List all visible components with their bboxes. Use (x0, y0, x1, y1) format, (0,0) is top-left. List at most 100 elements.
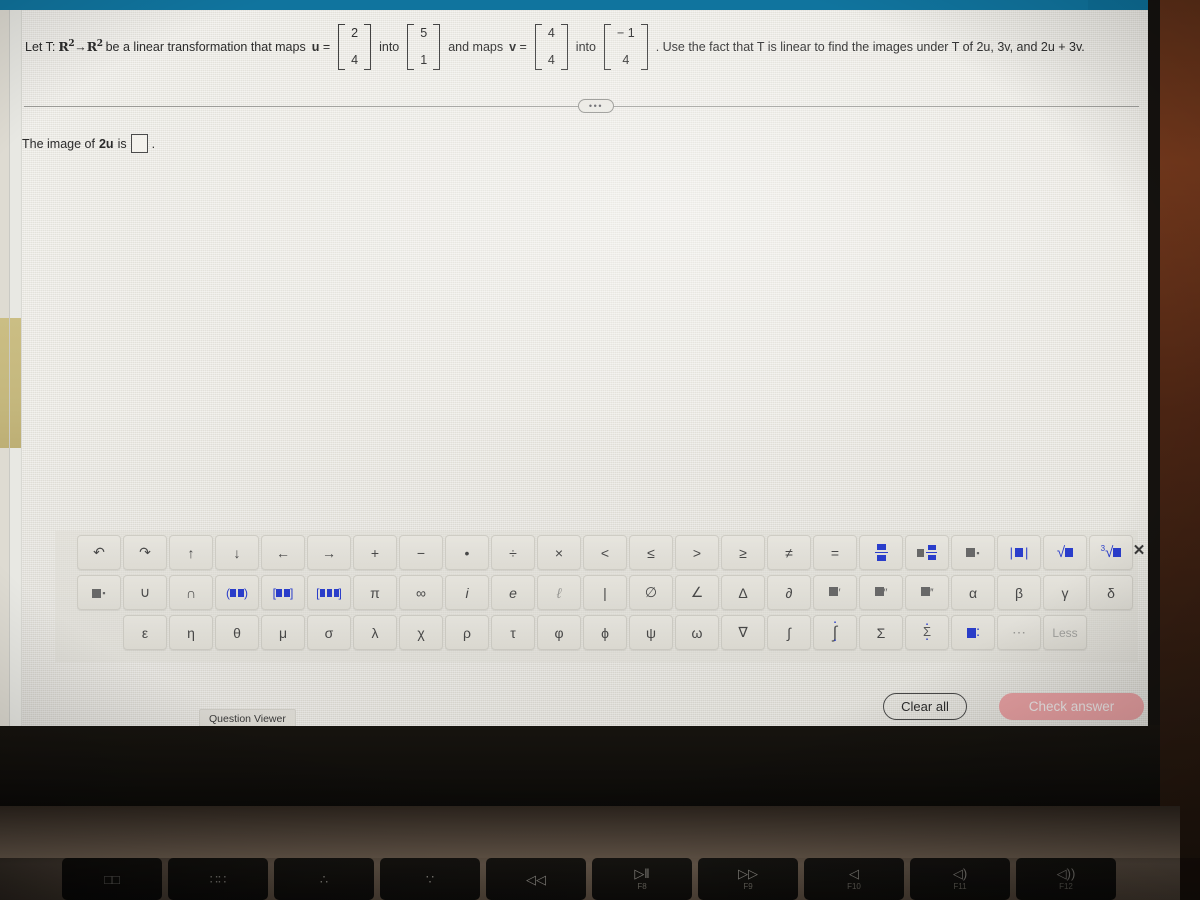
keyboard-brightness-up-key-glyph: ∵ (425, 871, 435, 887)
launchpad-key[interactable]: ∷∷ (168, 858, 268, 900)
equals-key[interactable]: = (813, 535, 857, 570)
matrix-key[interactable]: [] (307, 575, 351, 610)
imaginary-unit-key[interactable]: i (445, 575, 489, 610)
sub-superscript-key[interactable]: ▪ ▪ (951, 615, 995, 650)
sigma-sum-key[interactable]: Σ (859, 615, 903, 650)
close-icon[interactable]: ✕ (1128, 539, 1148, 561)
answer-input[interactable] (130, 134, 148, 153)
rewind-key[interactable]: ◁◁ (486, 858, 586, 900)
tau-key[interactable]: τ (491, 615, 535, 650)
rho-key[interactable]: ρ (445, 615, 489, 650)
euler-e-key[interactable]: e (491, 575, 535, 610)
vector-v-image-matrix: − 1 4 (603, 24, 648, 70)
not-equal-key[interactable]: ≠ (767, 535, 811, 570)
plus-key[interactable]: + (353, 535, 397, 570)
fast-forward-key[interactable]: ▷▷ F9 (698, 858, 798, 900)
arrow-left-icon[interactable]: ← (261, 535, 305, 570)
phi-key[interactable]: ϕ (583, 615, 627, 650)
exponent-key[interactable]: ▪ (951, 535, 995, 570)
clear-all-button[interactable]: Clear all (883, 693, 967, 720)
union-key[interactable]: ∪ (123, 575, 167, 610)
psi-key[interactable]: ψ (629, 615, 673, 650)
greater-than-key[interactable]: > (675, 535, 719, 570)
bracket-left (534, 24, 542, 70)
sum-limits-key[interactable]: ▪ Σ ▪ (905, 615, 949, 650)
answer-prompt-after: is (117, 136, 127, 151)
keyboard-brightness-down-key-glyph: ∴ (319, 871, 329, 887)
subscript-key[interactable]: ▪ (77, 575, 121, 610)
script-l-key[interactable]: ℓ (537, 575, 581, 610)
bracket-right (640, 24, 648, 70)
mu-key[interactable]: μ (261, 615, 305, 650)
fraction-key[interactable] (859, 535, 903, 570)
mute-key[interactable]: ◁ F10 (804, 858, 904, 900)
infinity-key[interactable]: ∞ (399, 575, 443, 610)
square-root-key[interactable]: √ (1043, 535, 1087, 570)
alpha-key[interactable]: α (951, 575, 995, 610)
gamma-key[interactable]: γ (1043, 575, 1087, 610)
volume-down-key[interactable]: ◁) F11 (910, 858, 1010, 900)
statement-mid-1: be a linear transformation that maps (105, 39, 306, 54)
volume-up-key[interactable]: ◁)) F12 (1016, 858, 1116, 900)
play-pause-key-label: F8 (637, 882, 647, 891)
less-than-key[interactable]: < (583, 535, 627, 570)
arrow-down-icon[interactable]: ↓ (215, 535, 259, 570)
bracket-left (407, 24, 415, 70)
sigma-key[interactable]: σ (307, 615, 351, 650)
keyboard-brightness-down-key[interactable]: ∴ (274, 858, 374, 900)
empty-set-key[interactable]: ∅ (629, 575, 673, 610)
minus-key[interactable]: − (399, 535, 443, 570)
epsilon-key[interactable]: ε (123, 615, 167, 650)
play-pause-key[interactable]: ▷‖ F8 (592, 858, 692, 900)
parenthesis-interval-key[interactable]: () (215, 575, 259, 610)
chi-key[interactable]: χ (399, 615, 443, 650)
mixed-fraction-key[interactable] (905, 535, 949, 570)
photo-scene: Let T: R2 → R2 be a linear transformatio… (0, 0, 1200, 900)
check-answer-button[interactable]: Check answer (999, 693, 1144, 720)
absolute-value-key[interactable]: | | (997, 535, 1041, 570)
omega-key[interactable]: ω (675, 615, 719, 650)
question-viewer-button[interactable]: Question Viewer (199, 709, 296, 726)
delta-key[interactable]: Δ (721, 575, 765, 610)
varphi-key[interactable]: φ (537, 615, 581, 650)
bracket-left (338, 24, 346, 70)
definite-integral-key[interactable]: ▪ ∫ ▪ (813, 615, 857, 650)
more-symbols-key[interactable]: ⋯ (997, 615, 1041, 650)
triple-prime-key[interactable]: ‴ (905, 575, 949, 610)
less-or-equal-key[interactable]: ≤ (629, 535, 673, 570)
answer-prompt-before: The image of (22, 136, 95, 151)
divide-key[interactable]: ÷ (491, 535, 535, 570)
arrow-right-icon[interactable]: → (307, 535, 351, 570)
volume-up-key-label: F12 (1059, 882, 1073, 891)
arrow-up-icon[interactable]: ↑ (169, 535, 213, 570)
angle-key[interactable]: ∠ (675, 575, 719, 610)
delta-lower-key[interactable]: δ (1089, 575, 1133, 610)
nabla-key[interactable]: ∇ (721, 615, 765, 650)
times-key[interactable]: × (537, 535, 581, 570)
vertical-bar-key[interactable]: | (583, 575, 627, 610)
laptop-screen: Let T: R2 → R2 be a linear transformatio… (0, 0, 1148, 726)
intersection-key[interactable]: ∩ (169, 575, 213, 610)
less-toggle-key[interactable]: Less (1043, 615, 1087, 650)
mission-control-key[interactable]: □□ (62, 858, 162, 900)
double-prime-key[interactable]: ″ (859, 575, 903, 610)
vector-u-label: u = (311, 39, 331, 54)
lambda-key[interactable]: λ (353, 615, 397, 650)
beta-key[interactable]: β (997, 575, 1041, 610)
pi-key[interactable]: π (353, 575, 397, 610)
dot-multiply-key[interactable]: • (445, 535, 489, 570)
prime-key[interactable]: ′ (813, 575, 857, 610)
question-page: Let T: R2 → R2 be a linear transformatio… (22, 10, 1148, 726)
redo-icon[interactable]: ↷ (123, 535, 167, 570)
browser-top-strip (0, 0, 1148, 10)
keyboard-brightness-up-key[interactable]: ∵ (380, 858, 480, 900)
nth-root-key[interactable]: 3 √ (1089, 535, 1133, 570)
integral-key[interactable]: ∫ (767, 615, 811, 650)
greater-or-equal-key[interactable]: ≥ (721, 535, 765, 570)
divider-more-button[interactable]: ••• (578, 99, 614, 113)
undo-icon[interactable]: ↶ (77, 535, 121, 570)
eta-key[interactable]: η (169, 615, 213, 650)
theta-key[interactable]: θ (215, 615, 259, 650)
bracket-interval-key[interactable]: [] (261, 575, 305, 610)
partial-derivative-key[interactable]: ∂ (767, 575, 811, 610)
